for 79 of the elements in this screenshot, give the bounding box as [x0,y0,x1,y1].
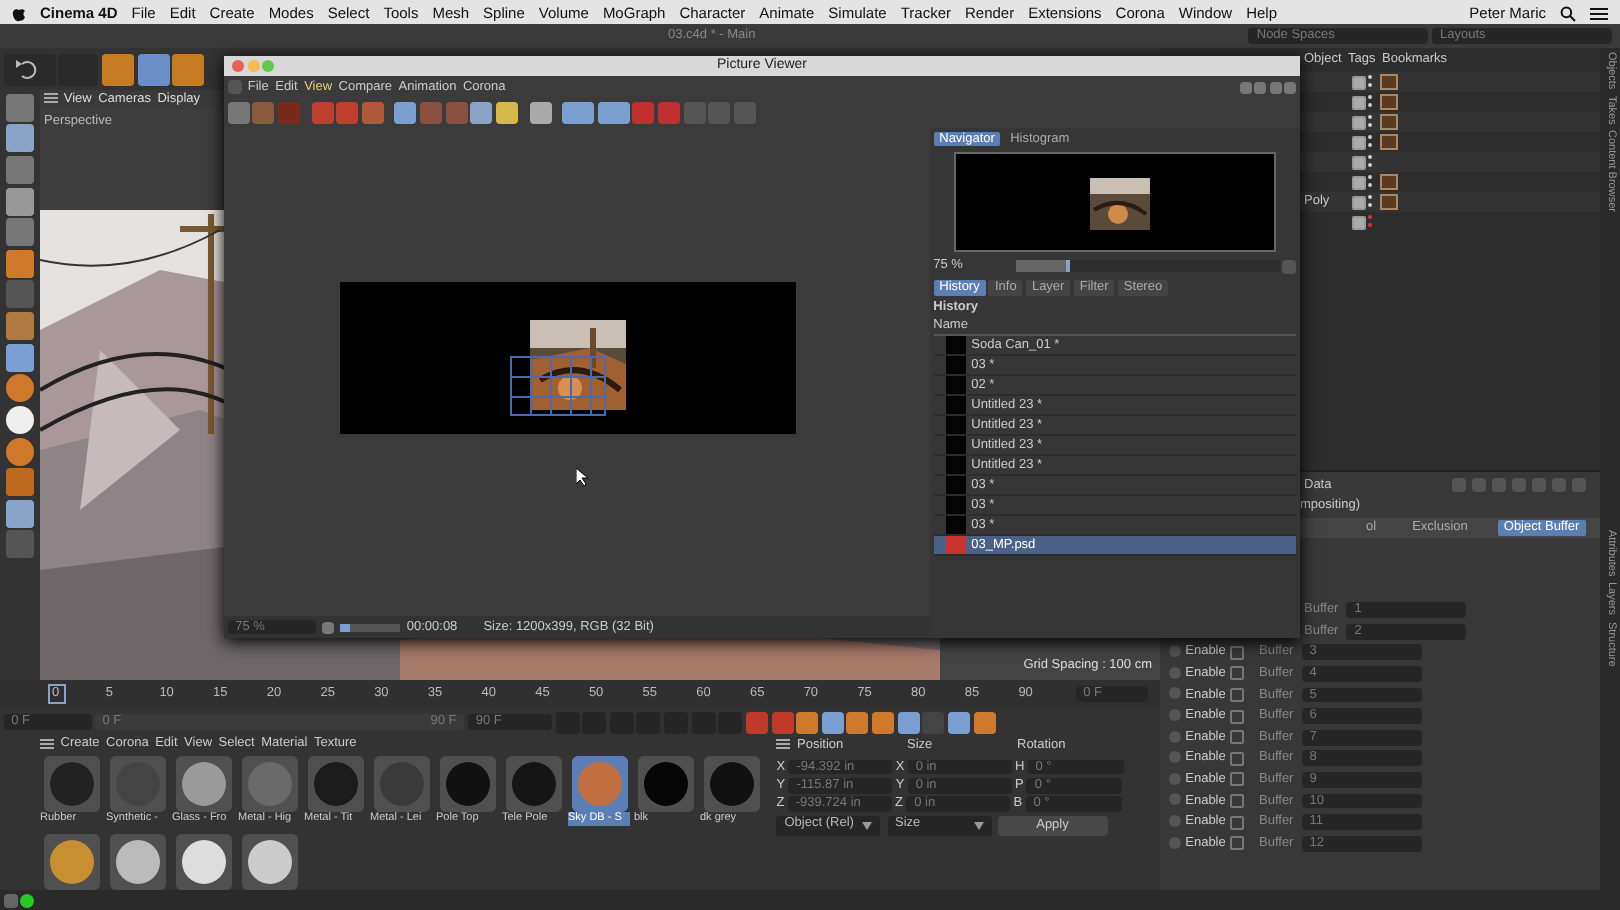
visibility-checkbox[interactable] [1352,175,1366,189]
material-swatch[interactable] [109,756,165,813]
enable-checkbox[interactable] [1229,836,1243,851]
thumbnail-icon [945,336,966,355]
visibility-checkbox[interactable] [1352,95,1366,109]
tool-icon[interactable] [6,468,34,497]
material-swatch[interactable] [175,834,231,890]
dots-icon[interactable] [1366,133,1374,150]
tool-icon[interactable] [6,187,34,215]
tool-icon[interactable] [6,124,34,153]
material-tag-icon[interactable] [1380,134,1399,150]
undo-icon[interactable] [3,53,56,85]
material-swatch[interactable] [439,756,495,813]
dots-icon[interactable] [1366,213,1374,230]
menu-icon[interactable] [776,738,791,754]
visibility-checkbox[interactable] [1352,75,1366,89]
enable-checkbox[interactable] [1229,687,1243,702]
material-swatch[interactable] [43,756,99,813]
material-tag-icon[interactable] [1380,174,1399,190]
material-swatch[interactable] [175,756,231,813]
visibility-checkbox[interactable] [1352,155,1366,169]
visibility-checkbox[interactable] [1352,195,1366,209]
tool-icon[interactable] [6,343,34,372]
thumbnail-icon [945,476,966,495]
enable-checkbox[interactable] [1229,751,1243,766]
material-swatch[interactable] [373,756,429,813]
visibility-checkbox[interactable] [1352,115,1366,129]
material-swatch[interactable] [241,834,297,890]
material-swatch[interactable] [637,756,693,813]
dots-icon[interactable] [1366,113,1374,130]
enable-checkbox[interactable] [1229,730,1243,745]
material-swatch[interactable] [307,756,363,813]
dots-icon[interactable] [1366,193,1374,210]
thumbnail-icon [945,396,966,415]
thumbnail-icon [945,516,966,535]
dots-icon[interactable] [1366,93,1374,110]
caret-icon[interactable] [973,821,983,830]
material-swatch[interactable] [571,756,627,813]
tool-icon[interactable] [6,218,34,247]
caret-icon[interactable] [862,821,873,830]
thumbnail-icon [945,416,966,435]
material-swatch[interactable] [505,756,561,813]
material-swatch[interactable] [109,834,165,890]
enable-checkbox[interactable] [1229,709,1243,724]
material-swatch[interactable] [241,756,297,813]
enable-checkbox[interactable] [1229,793,1243,808]
tool-icon[interactable] [6,249,34,278]
list-icon[interactable] [1590,2,1608,21]
tool-icon[interactable] [6,93,34,122]
menu-icon[interactable] [40,736,54,753]
material-tag-icon[interactable] [1380,94,1399,110]
material-swatch[interactable] [43,834,99,890]
thumbnail-icon [945,356,966,375]
thumbnail-icon [945,536,966,555]
tool-icon[interactable] [6,499,34,528]
enable-checkbox[interactable] [1229,815,1243,830]
material-swatch[interactable] [703,756,759,813]
dots-icon[interactable] [1366,153,1374,170]
thumbnail-icon [945,496,966,515]
visibility-checkbox[interactable] [1352,215,1366,229]
zoom-slider[interactable] [1016,260,1280,273]
close-button[interactable] [232,60,244,72]
dots-icon[interactable] [1366,173,1374,190]
visibility-checkbox[interactable] [1352,135,1366,149]
material-tag-icon[interactable] [1380,74,1399,90]
menu-icon[interactable] [43,92,58,108]
material-tag-icon[interactable] [1380,194,1399,210]
zoom-button[interactable] [262,60,275,72]
status-dot [20,893,35,907]
thumbnail-icon [945,436,966,455]
thumbnail-icon [945,456,966,475]
playhead[interactable] [48,684,66,705]
material-tag-icon[interactable] [1380,114,1399,130]
tool-icon[interactable] [6,155,34,184]
thumbnail-icon [945,376,966,395]
dots-icon[interactable] [1366,73,1374,90]
enable-checkbox[interactable] [1229,772,1243,787]
enable-checkbox[interactable] [1229,666,1243,681]
enable-checkbox[interactable] [1229,645,1243,660]
